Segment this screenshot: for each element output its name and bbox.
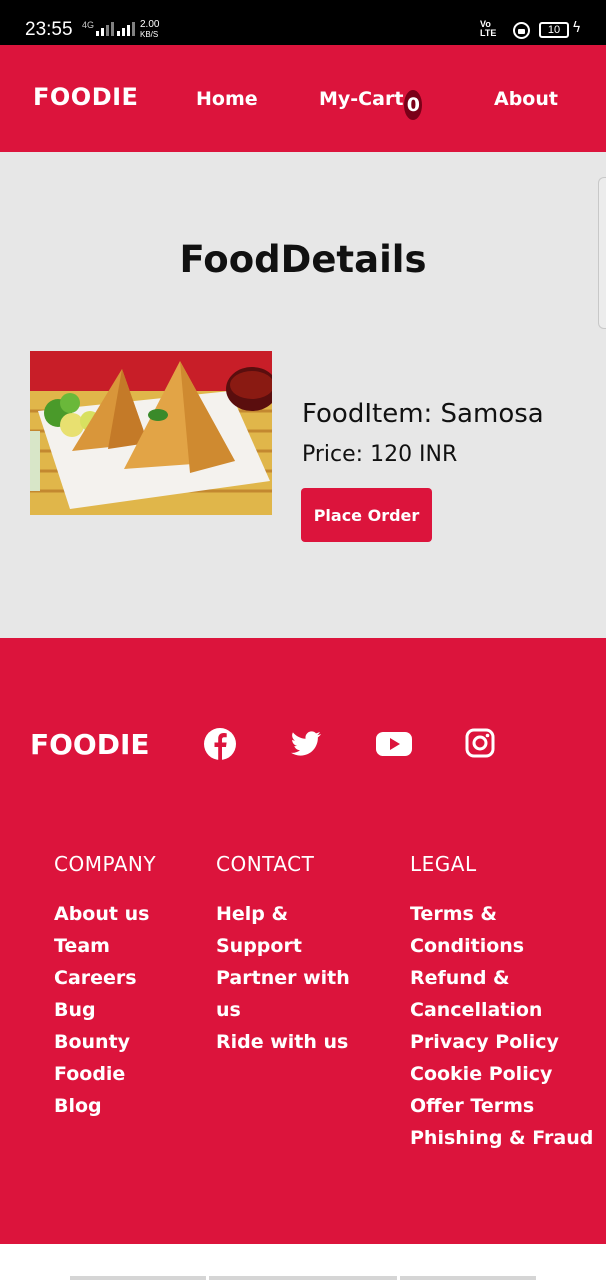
instagram-icon[interactable] (465, 728, 497, 760)
nav-cart-link[interactable]: My-Cart 0 (319, 88, 423, 120)
food-details-section: FoodDetails FoodItem: Samosa Price: 120 … (0, 152, 606, 638)
twitter-icon[interactable] (290, 728, 322, 760)
footer-link-cookie-policy[interactable]: Cookie Policy (410, 1058, 600, 1090)
volte-indicator: Vo LTE (480, 20, 496, 38)
status-time: 23:55 (25, 19, 73, 40)
nav-about-link[interactable]: About (494, 88, 558, 110)
footer-link-partner-with-us[interactable]: us (216, 994, 376, 1026)
battery-icon: 10 (539, 22, 569, 38)
footer-link-refund[interactable]: Refund & (410, 962, 600, 994)
speed-unit: KB/S (140, 30, 159, 39)
navbar: FOODIE Home My-Cart 0 About (0, 45, 606, 152)
rotation-lock-icon (513, 22, 530, 39)
food-item-name: FoodItem: Samosa (302, 399, 544, 429)
footer-link-privacy-policy[interactable]: Privacy Policy (410, 1026, 600, 1058)
charging-icon: ϟ (572, 20, 582, 36)
signal-icon (96, 22, 114, 36)
bottom-area (0, 1244, 606, 1280)
footer-link-about-us[interactable]: About us (54, 898, 204, 930)
footer-link-offer-terms[interactable]: Offer Terms (410, 1090, 600, 1122)
column-heading: LEGAL (410, 852, 477, 876)
network-type: 4G (82, 20, 95, 30)
footer-brand-logo: FOODIE (30, 728, 150, 761)
footer-link-help-support[interactable]: Help & (216, 898, 376, 930)
signal-icon (117, 22, 135, 36)
footer-link-bug-bounty[interactable]: Bug (54, 994, 204, 1026)
page-title: FoodDetails (179, 238, 427, 281)
footer-link-foodie-blog[interactable]: Blog (54, 1090, 204, 1122)
bottom-divider (400, 1276, 536, 1280)
bottom-divider (70, 1276, 206, 1280)
status-bar: 23:55 4G 2.00 KB/S Vo LTE 10 ϟ (0, 0, 606, 45)
place-order-button[interactable]: Place Order (301, 488, 432, 542)
lte-label: LTE (480, 28, 497, 38)
footer-link-refund[interactable]: Cancellation (410, 994, 600, 1026)
footer-link-team[interactable]: Team (54, 930, 204, 962)
food-price: Price: 120 INR (302, 442, 458, 467)
footer-link-bug-bounty[interactable]: Bounty (54, 1026, 204, 1058)
facebook-icon[interactable] (204, 728, 236, 760)
footer-column-company: COMPANY About us Team Careers Bug Bounty… (54, 852, 204, 1122)
speed-value: 2.00 (140, 19, 160, 30)
nav-brand-logo[interactable]: FOODIE (33, 83, 138, 111)
youtube-icon[interactable] (376, 728, 412, 760)
cart-count-badge: 0 (404, 90, 423, 120)
footer: FOODIE COMPANY About us Team Careers Bug (0, 638, 606, 1244)
footer-link-foodie-blog[interactable]: Foodie (54, 1058, 204, 1090)
footer-link-terms[interactable]: Conditions (410, 930, 600, 962)
footer-link-terms[interactable]: Terms & (410, 898, 600, 930)
footer-link-partner-with-us[interactable]: Partner with (216, 962, 376, 994)
food-image (30, 351, 272, 515)
footer-link-careers[interactable]: Careers (54, 962, 204, 994)
footer-link-ride-with-us[interactable]: Ride with us (216, 1026, 376, 1058)
nav-home-link[interactable]: Home (196, 88, 258, 110)
footer-link-phishing-fraud[interactable]: Phishing & Fraud (410, 1122, 600, 1154)
footer-link-help-support[interactable]: Support (216, 930, 376, 962)
bottom-divider (209, 1276, 397, 1280)
nav-cart-label: My-Cart (319, 88, 404, 110)
column-heading: CONTACT (216, 852, 315, 876)
footer-column-legal: LEGAL Terms & Conditions Refund & Cancel… (410, 852, 600, 1154)
column-heading: COMPANY (54, 852, 157, 876)
footer-column-contact: CONTACT Help & Support Partner with us R… (216, 852, 376, 1058)
network-speed: 2.00 KB/S (140, 20, 159, 40)
